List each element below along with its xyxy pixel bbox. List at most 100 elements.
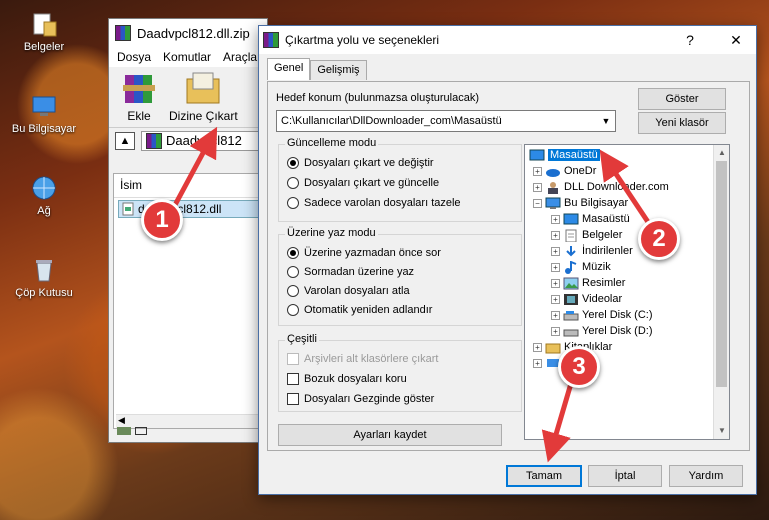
archive-books-icon <box>123 75 155 103</box>
onedrive-icon <box>546 168 560 177</box>
scroll-up-icon[interactable]: ▲ <box>714 145 729 161</box>
scroll-down-icon[interactable]: ▼ <box>714 423 729 439</box>
checkbox[interactable] <box>287 393 299 405</box>
expand-icon[interactable]: + <box>551 230 560 240</box>
cancel-button[interactable]: İptal <box>588 465 662 487</box>
tree-item-this-pc[interactable]: − Bu Bilgisayar <box>533 195 628 211</box>
expand-icon[interactable]: + <box>551 310 560 320</box>
tree-item-documents[interactable]: + Belgeler <box>551 227 622 243</box>
tab-general[interactable]: Genel <box>267 58 311 80</box>
expand-icon[interactable]: + <box>551 278 560 288</box>
dialog-title-bar: Çıkartma yolu ve seçenekleri ? ✕ <box>259 26 756 54</box>
menu-tools[interactable]: Araçla <box>223 50 257 64</box>
checkbox[interactable] <box>287 373 299 385</box>
overwrite-option-skip[interactable]: Varolan dosyaları atla <box>287 285 410 297</box>
disk-icon <box>563 329 579 336</box>
misc-option-show-explorer[interactable]: Dosyaları Gezginde göster <box>287 393 434 405</box>
misc-option-keep-broken[interactable]: Bozuk dosyaları koru <box>287 373 407 385</box>
dialog-title: Çıkartma yolu ve seçenekleri <box>285 33 440 47</box>
winrar-path-field[interactable]: Daadvpcl812 <box>141 130 267 151</box>
update-option-update[interactable]: Dosyaları çıkart ve güncelle <box>287 177 439 189</box>
tree-item-pc-desktop[interactable]: + Masaüstü <box>551 211 630 227</box>
scrollbar-thumb[interactable] <box>716 161 727 387</box>
expand-icon[interactable]: + <box>551 326 560 336</box>
close-button[interactable]: ✕ <box>716 26 756 54</box>
desktop-icon-recycle-bin[interactable]: Çöp Kutusu <box>8 256 80 299</box>
radio-button[interactable] <box>287 197 299 209</box>
desktop-icon <box>563 213 579 224</box>
expand-icon[interactable]: + <box>551 262 560 272</box>
extract-to-button[interactable]: Dizine Çıkart <box>169 71 238 123</box>
up-folder-button[interactable]: ▲ <box>115 131 135 150</box>
music-icon <box>565 260 577 274</box>
radio-button[interactable] <box>287 285 299 297</box>
expand-icon[interactable]: + <box>533 182 542 192</box>
save-settings-button[interactable]: Ayarları kaydet <box>278 424 502 446</box>
winrar-app-icon <box>263 32 279 48</box>
radio-button[interactable] <box>287 266 299 278</box>
help-button[interactable]: Yardım <box>669 465 743 487</box>
dll-file-icon <box>122 202 134 216</box>
radio-button[interactable] <box>287 177 299 189</box>
tree-item-onedrive[interactable]: + OneDr <box>533 163 596 179</box>
expand-icon[interactable]: + <box>551 294 560 304</box>
expand-icon[interactable]: + <box>533 342 542 352</box>
menu-file[interactable]: Dosya <box>117 50 151 64</box>
target-path-combo[interactable]: C:\Kullanıcılar\DllDownloader_com\Masaüs… <box>276 110 616 132</box>
desktop-icon-computer[interactable]: Bu Bilgisayar <box>8 92 80 135</box>
update-option-freshen[interactable]: Sadece varolan dosyaları tazele <box>287 197 461 209</box>
overwrite-option-ask[interactable]: Üzerine yazmadan önce sor <box>287 247 441 259</box>
expand-icon[interactable]: + <box>533 166 542 176</box>
tab-advanced[interactable]: Gelişmiş <box>310 60 367 80</box>
tree-item-label: Yerel Disk (D:) <box>582 325 653 337</box>
overwrite-option-always[interactable]: Sormadan üzerine yaz <box>287 266 414 278</box>
desktop-icon-network[interactable]: Ağ <box>8 174 80 217</box>
update-option-replace[interactable]: Dosyaları çıkart ve değiştir <box>287 157 434 169</box>
radio-button[interactable] <box>287 157 299 169</box>
tree-item-user[interactable]: + DLL Downloader.com <box>533 179 669 195</box>
up-arrow-icon: ▲ <box>119 134 131 147</box>
tree-item-label: Yerel Disk (C:) <box>582 309 653 321</box>
option-label: Arşivleri alt klasörlere çıkart <box>304 353 439 365</box>
expand-icon[interactable]: + <box>551 214 560 224</box>
tree-item-music[interactable]: + Müzik <box>551 259 611 275</box>
expand-icon[interactable]: + <box>551 246 560 256</box>
tree-vertical-scrollbar[interactable]: ▲ ▼ <box>713 145 729 439</box>
extraction-dialog: Çıkartma yolu ve seçenekleri ? ✕ Genel G… <box>258 25 757 495</box>
tree-item-desktop[interactable]: Masaüstü <box>529 147 600 163</box>
tree-item-disk-d[interactable]: + Yerel Disk (D:) <box>551 323 653 339</box>
show-button[interactable]: Göster <box>638 88 726 110</box>
recycle-bin-icon <box>36 260 52 282</box>
collapse-icon[interactable]: − <box>533 198 542 208</box>
radio-button[interactable] <box>287 304 299 316</box>
winrar-app-icon <box>115 25 131 41</box>
new-folder-button[interactable]: Yeni klasör <box>638 112 726 134</box>
videos-icon <box>564 293 578 305</box>
add-button[interactable]: Ekle <box>119 71 159 123</box>
ok-button[interactable]: Tamam <box>506 465 582 487</box>
winrar-status-bar <box>111 422 265 440</box>
tree-item-downloads[interactable]: + İndirilenler <box>551 243 633 259</box>
tree-item-label: Videolar <box>582 293 623 305</box>
radio-button[interactable] <box>287 247 299 259</box>
chevron-down-icon[interactable]: ▼ <box>597 116 615 126</box>
file-row[interactable]: daadvpcl812.dll <box>118 200 260 218</box>
desktop-icon-label: Ağ <box>37 205 51 217</box>
disk-icon <box>563 310 579 320</box>
folder-tree[interactable]: Masaüstü + OneDr + DLL Downloader.com − … <box>524 144 730 440</box>
tree-item-label: İndirilenler <box>582 245 633 257</box>
tree-item-videos[interactable]: + Videolar <box>551 291 622 307</box>
tree-item-disk-c[interactable]: + Yerel Disk (C:) <box>551 307 653 323</box>
expand-icon[interactable]: + <box>533 358 542 368</box>
desktop-icon-documents[interactable]: Belgeler <box>8 10 80 53</box>
tree-item-pictures[interactable]: + Resimler <box>551 275 625 291</box>
step-badge-1: 1 <box>141 199 183 241</box>
step-badge-3: 3 <box>558 346 600 388</box>
menu-commands[interactable]: Komutlar <box>163 50 211 64</box>
column-header-name[interactable]: İsim <box>114 174 264 198</box>
overwrite-option-rename[interactable]: Otomatik yeniden adlandır <box>287 304 432 316</box>
misc-option-subfolders: Arşivleri alt klasörlere çıkart <box>287 353 438 365</box>
tree-item-network[interactable]: + <box>533 355 561 371</box>
dialog-tabs: Genel Gelişmiş <box>267 58 367 80</box>
help-title-button[interactable]: ? <box>670 26 710 54</box>
